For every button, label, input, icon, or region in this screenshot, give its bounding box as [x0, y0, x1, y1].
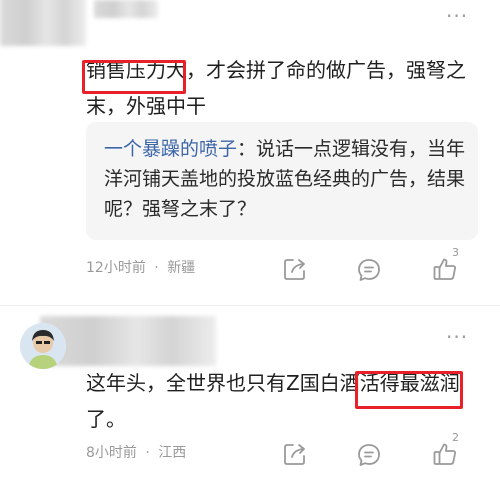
more-icon[interactable]: ···	[446, 6, 468, 26]
highlighted-phrase: 销售压力大	[82, 58, 186, 94]
comment-meta: 12小时前 · 新疆	[86, 260, 196, 276]
highlight-box	[354, 371, 463, 409]
comment-time: 12小时前	[86, 260, 146, 276]
avatar-blurred[interactable]	[0, 0, 86, 46]
avatar-image	[20, 323, 66, 369]
comment-time: 8小时前	[86, 445, 137, 461]
avatar[interactable]	[20, 323, 66, 369]
divider	[0, 305, 500, 306]
reply-text: 一个暴躁的喷子：说话一点逻辑没有，当年洋河铺天盖地的投放蓝色经典的广告，结果呢？…	[104, 138, 466, 220]
comment-icon[interactable]	[356, 442, 382, 468]
comment-icon[interactable]	[356, 257, 382, 283]
share-icon[interactable]	[282, 256, 308, 282]
share-icon[interactable]	[282, 441, 308, 467]
highlighted-phrase: 活得最滋润	[354, 371, 463, 409]
more-icon[interactable]: ···	[446, 327, 468, 347]
comment-text: 销售压力大 ，才会拼了命的做广告，强弩之末，外强中干	[82, 52, 476, 124]
thumbs-up-icon[interactable]	[432, 256, 458, 282]
reply-author[interactable]: 一个暴躁的喷子	[104, 138, 237, 160]
username-blurred[interactable]	[40, 316, 216, 366]
thumbs-up-icon[interactable]	[432, 441, 458, 467]
comment-text: 这年头，全世界也只有Z国白酒活得最滋润 了。	[86, 365, 486, 437]
comment-location: 新疆	[167, 260, 196, 276]
comment-meta: 8小时前 · 江西	[86, 445, 187, 461]
like-count: 3	[452, 246, 459, 259]
comment-location: 江西	[158, 445, 187, 461]
username-blurred[interactable]	[94, 0, 158, 18]
like-count: 2	[452, 431, 459, 444]
highlight-box	[82, 60, 186, 94]
